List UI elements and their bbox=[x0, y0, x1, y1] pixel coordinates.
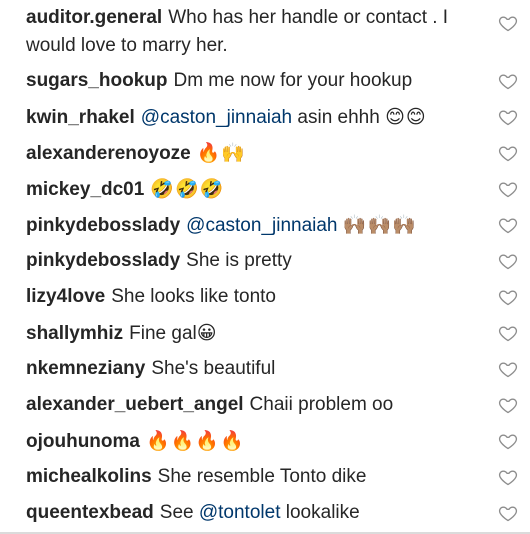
comment-username[interactable]: alexanderenoyoze bbox=[26, 143, 191, 164]
heart-icon[interactable] bbox=[498, 467, 518, 487]
comment-emoji: 🔥🙌 bbox=[196, 142, 247, 164]
comment-body: Fine gal bbox=[129, 323, 197, 344]
comment-item: sugars_hookup Dm me now for your hookup bbox=[0, 63, 530, 99]
comment-text: alexanderenoyoze 🔥🙌 bbox=[26, 135, 482, 168]
comment-username[interactable]: lizy4love bbox=[26, 286, 105, 307]
comment-item: auditor.general Who has her handle or con… bbox=[0, 0, 530, 63]
comment-mention[interactable]: @caston_jinnaiah bbox=[141, 107, 292, 128]
comment-emoji: 🔥🔥🔥🔥 bbox=[145, 430, 245, 452]
comment-username[interactable]: alexander_uebert_angel bbox=[26, 394, 244, 415]
heart-icon[interactable] bbox=[498, 107, 518, 127]
comment-body: She is pretty bbox=[186, 250, 292, 271]
comment-username[interactable]: nkemneziany bbox=[26, 358, 145, 379]
comment-text: kwin_rhakel @caston_jinnaiah asin ehhh 😊😊 bbox=[26, 99, 482, 132]
comment-text: nkemneziany She's beautiful bbox=[26, 351, 482, 383]
comment-username[interactable]: mickey_dc01 bbox=[26, 179, 144, 200]
comment-item: shallymhiz Fine gal😀 bbox=[0, 315, 530, 351]
comment-username[interactable]: auditor.general bbox=[26, 7, 162, 28]
comment-text: ojouhunoma 🔥🔥🔥🔥 bbox=[26, 423, 482, 456]
comment-item: kwin_rhakel @caston_jinnaiah asin ehhh 😊😊 bbox=[0, 99, 530, 135]
heart-icon[interactable] bbox=[498, 359, 518, 379]
comment-emoji: 🙌🏽🙌🏽🙌🏽 bbox=[342, 214, 417, 236]
comment-item: michealkolins She resemble Tonto dike bbox=[0, 459, 530, 495]
comment-emoji: 😊😊 bbox=[385, 106, 427, 128]
heart-icon[interactable] bbox=[498, 323, 518, 343]
heart-icon[interactable] bbox=[498, 251, 518, 271]
comment-body: Dm me now for your hookup bbox=[173, 70, 413, 91]
comment-item: alexander_uebert_angel Chaii problem oo bbox=[0, 387, 530, 423]
comment-text: michealkolins She resemble Tonto dike bbox=[26, 459, 482, 491]
comment-body: asin ehhh bbox=[297, 107, 380, 128]
comment-username[interactable]: queentexbead bbox=[26, 502, 154, 523]
comment-text: pinkydebosslady @caston_jinnaiah 🙌🏽🙌🏽🙌🏽 bbox=[26, 207, 482, 240]
comment-emoji: 😀 bbox=[196, 322, 218, 344]
comment-mention[interactable]: @tontolet bbox=[199, 502, 281, 523]
comment-text: mickey_dc01 🤣🤣🤣 bbox=[26, 171, 482, 204]
comment-body: She's beautiful bbox=[151, 358, 276, 379]
heart-icon[interactable] bbox=[498, 179, 518, 199]
heart-icon[interactable] bbox=[498, 143, 518, 163]
comments-list: auditor.general Who has her handle or con… bbox=[0, 0, 530, 534]
comment-body: Chaii problem oo bbox=[249, 394, 394, 415]
comment-username[interactable]: ojouhunoma bbox=[26, 431, 140, 452]
comment-item: queentexbead See @tontolet lookalike bbox=[0, 495, 530, 531]
comment-body: She looks like tonto bbox=[111, 286, 276, 307]
comment-username[interactable]: shallymhiz bbox=[26, 323, 123, 344]
comment-item: alexanderenoyoze 🔥🙌 bbox=[0, 135, 530, 171]
comment-item: mickey_dc01 🤣🤣🤣 bbox=[0, 171, 530, 207]
comment-text: sugars_hookup Dm me now for your hookup bbox=[26, 63, 482, 95]
comment-username[interactable]: kwin_rhakel bbox=[26, 107, 135, 128]
comment-body: lookalike bbox=[285, 502, 360, 523]
heart-icon[interactable] bbox=[498, 13, 518, 33]
comment-text: alexander_uebert_angel Chaii problem oo bbox=[26, 387, 482, 419]
comment-item: pinkydebosslady She is pretty bbox=[0, 243, 530, 279]
heart-icon[interactable] bbox=[498, 215, 518, 235]
comment-text: auditor.general Who has her handle or con… bbox=[26, 0, 482, 60]
heart-icon[interactable] bbox=[498, 71, 518, 91]
comment-emoji: 🤣🤣🤣 bbox=[150, 178, 225, 200]
comment-text: shallymhiz Fine gal😀 bbox=[26, 315, 482, 348]
comment-item: lizy4love She looks like tonto bbox=[0, 279, 530, 315]
comment-body: She resemble Tonto dike bbox=[157, 466, 367, 487]
heart-icon[interactable] bbox=[498, 395, 518, 415]
comment-text: queentexbead See @tontolet lookalike bbox=[26, 495, 482, 527]
comment-text: lizy4love She looks like tonto bbox=[26, 279, 482, 311]
comment-username[interactable]: pinkydebosslady bbox=[26, 215, 180, 236]
comment-text: pinkydebosslady She is pretty bbox=[26, 243, 482, 275]
comment-item: ojouhunoma 🔥🔥🔥🔥 bbox=[0, 423, 530, 459]
comment-mention[interactable]: @caston_jinnaiah bbox=[186, 215, 337, 236]
heart-icon[interactable] bbox=[498, 287, 518, 307]
comment-username[interactable]: sugars_hookup bbox=[26, 70, 167, 91]
heart-icon[interactable] bbox=[498, 503, 518, 523]
comment-username[interactable]: pinkydebosslady bbox=[26, 250, 180, 271]
comment-prefix: See bbox=[159, 502, 194, 523]
comment-item: pinkydebosslady @caston_jinnaiah 🙌🏽🙌🏽🙌🏽 bbox=[0, 207, 530, 243]
comment-username[interactable]: michealkolins bbox=[26, 466, 152, 487]
comment-item: nkemneziany She's beautiful bbox=[0, 351, 530, 387]
heart-icon[interactable] bbox=[498, 431, 518, 451]
